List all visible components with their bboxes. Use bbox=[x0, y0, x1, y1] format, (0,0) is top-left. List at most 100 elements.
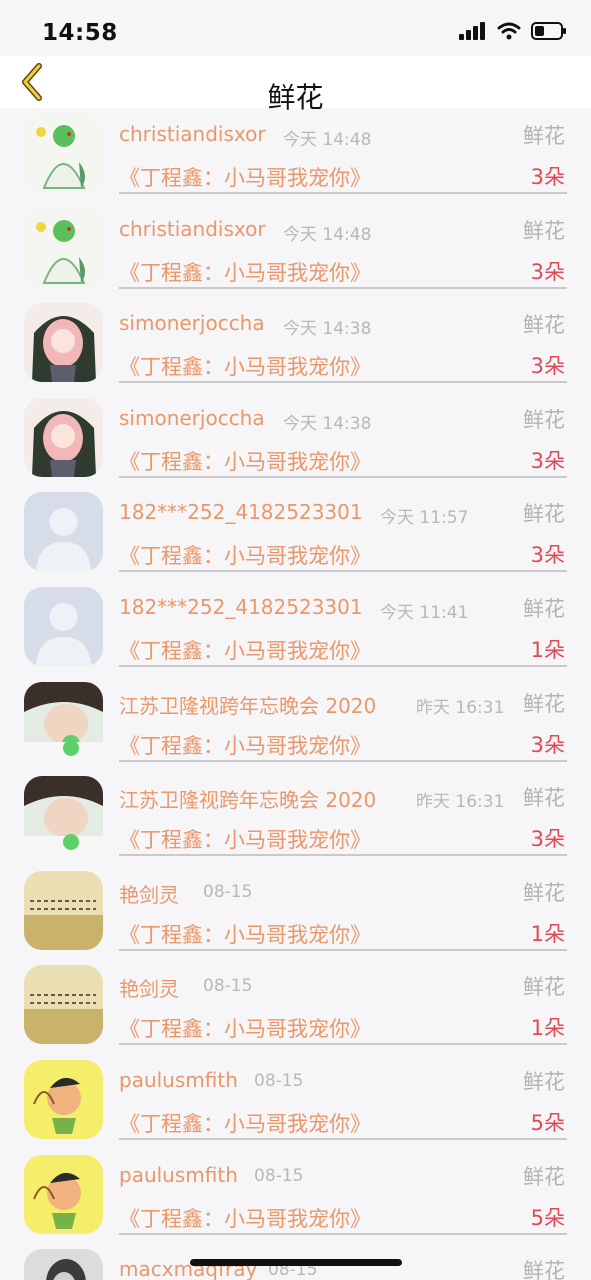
sender-name[interactable]: christiandisxor bbox=[119, 122, 266, 146]
gift-type: 鲜花 bbox=[523, 313, 565, 338]
list-item[interactable]: christiandisxor 今天 14:48 鲜花 《丁程鑫：小马哥我宠你》… bbox=[0, 108, 591, 203]
flower-count: 3朵 bbox=[530, 259, 565, 284]
flower-count: 3朵 bbox=[530, 448, 565, 473]
battery-icon bbox=[531, 22, 566, 40]
list-item[interactable]: 江苏卫隆视跨年忘晚会 2020 昨天 16:31 鲜花 《丁程鑫：小马哥我宠你》… bbox=[0, 770, 591, 865]
avatar[interactable] bbox=[24, 114, 103, 193]
home-indicator[interactable] bbox=[190, 1259, 402, 1266]
gift-target-title[interactable]: 《丁程鑫：小马哥我宠你》 bbox=[119, 635, 371, 665]
flower-count: 3朵 bbox=[530, 165, 565, 189]
sender-name[interactable]: 江苏卫隆视跨年忘晚会 2020 bbox=[119, 784, 376, 813]
flower-count: 3朵 bbox=[530, 827, 565, 852]
gift-type: 鲜花 bbox=[523, 1259, 565, 1280]
avatar[interactable] bbox=[24, 965, 103, 1045]
divider bbox=[119, 192, 567, 194]
send-time: 08-15 bbox=[203, 881, 253, 902]
avatar[interactable] bbox=[24, 586, 103, 666]
list-item[interactable]: 艳剑灵 08-15 鲜花 《丁程鑫：小马哥我宠你》 1朵 bbox=[0, 959, 591, 1054]
list-item[interactable]: simonerjoccha 今天 14:38 鲜花 《丁程鑫：小马哥我宠你》 3… bbox=[0, 392, 591, 487]
flower-count: 1朵 bbox=[530, 637, 565, 662]
flower-record-list[interactable]: christiandisxor 今天 14:48 鲜花 《丁程鑫：小马哥我宠你》… bbox=[0, 108, 591, 1280]
avatar[interactable] bbox=[24, 776, 103, 856]
gift-target-title[interactable]: 《丁程鑫：小马哥我宠你》 bbox=[119, 1013, 371, 1043]
divider bbox=[119, 570, 567, 573]
send-time: 昨天 16:31 bbox=[416, 792, 505, 813]
sender-name[interactable]: 182***252_4182523301 bbox=[119, 595, 363, 619]
send-time: 昨天 16:31 bbox=[416, 697, 505, 718]
gift-type: 鲜花 bbox=[523, 975, 565, 1000]
avatar[interactable] bbox=[24, 1154, 103, 1234]
send-time: 今天 11:57 bbox=[380, 508, 469, 529]
sender-name[interactable]: paulusmfith bbox=[119, 1163, 238, 1187]
avatar[interactable] bbox=[24, 303, 103, 383]
sender-name[interactable]: 182***252_4182523301 bbox=[119, 500, 363, 524]
send-time: 08-15 bbox=[254, 1165, 304, 1186]
flower-count: 1朵 bbox=[530, 1016, 565, 1041]
sender-name[interactable]: christiandisxor bbox=[119, 217, 266, 241]
gift-target-title[interactable]: 《丁程鑫：小马哥我宠你》 bbox=[119, 1203, 371, 1233]
list-item[interactable]: paulusmfith 08-15 鲜花 《丁程鑫：小马哥我宠你》 5朵 bbox=[0, 1054, 591, 1149]
divider bbox=[119, 1043, 567, 1046]
gift-target-title[interactable]: 《丁程鑫：小马哥我宠你》 bbox=[119, 446, 371, 476]
divider bbox=[119, 948, 567, 951]
send-time: 今天 14:38 bbox=[283, 319, 372, 340]
gift-target-title[interactable]: 《丁程鑫：小马哥我宠你》 bbox=[119, 730, 371, 760]
gift-type: 鲜花 bbox=[523, 1069, 565, 1094]
list-item[interactable]: 艳剑灵 08-15 鲜花 《丁程鑫：小马哥我宠你》 1朵 bbox=[0, 865, 591, 960]
send-time: 08-15 bbox=[254, 1070, 304, 1091]
flower-count: 3朵 bbox=[530, 354, 565, 379]
status-icons bbox=[459, 22, 567, 40]
avatar[interactable] bbox=[24, 681, 103, 761]
send-time: 今天 14:48 bbox=[283, 130, 372, 150]
flower-count: 5朵 bbox=[530, 1205, 565, 1230]
list-item[interactable]: 江苏卫隆视跨年忘晚会 2020 昨天 16:31 鲜花 《丁程鑫：小马哥我宠你》… bbox=[0, 676, 591, 771]
sender-name[interactable]: 江苏卫隆视跨年忘晚会 2020 bbox=[119, 690, 376, 719]
gift-target-title[interactable]: 《丁程鑫：小马哥我宠你》 bbox=[119, 540, 371, 570]
divider bbox=[119, 1137, 567, 1140]
sender-name[interactable]: simonerjoccha bbox=[119, 406, 265, 430]
flower-count: 5朵 bbox=[530, 1110, 565, 1135]
gift-target-title[interactable]: 《丁程鑫：小马哥我宠你》 bbox=[119, 1108, 371, 1138]
gift-type: 鲜花 bbox=[523, 407, 565, 432]
divider bbox=[119, 381, 567, 384]
avatar[interactable] bbox=[24, 208, 103, 288]
sender-name[interactable]: simonerjoccha bbox=[119, 311, 265, 335]
gift-type: 鲜花 bbox=[523, 596, 565, 621]
send-time: 今天 11:41 bbox=[380, 602, 469, 623]
avatar[interactable] bbox=[24, 1249, 103, 1280]
gift-type: 鲜花 bbox=[523, 691, 565, 716]
list-item[interactable]: simonerjoccha 今天 14:38 鲜花 《丁程鑫：小马哥我宠你》 3… bbox=[0, 297, 591, 392]
avatar[interactable] bbox=[24, 397, 103, 477]
divider bbox=[119, 286, 567, 289]
gift-type: 鲜花 bbox=[523, 1164, 565, 1189]
list-item[interactable]: paulusmfith 08-15 鲜花 《丁程鑫：小马哥我宠你》 5朵 bbox=[0, 1149, 591, 1244]
gift-type: 鲜花 bbox=[523, 124, 565, 148]
gift-type: 鲜花 bbox=[523, 218, 565, 243]
gift-target-title[interactable]: 《丁程鑫：小马哥我宠你》 bbox=[119, 257, 371, 287]
gift-target-title[interactable]: 《丁程鑫：小马哥我宠你》 bbox=[119, 919, 371, 949]
sender-name[interactable]: paulusmfith bbox=[119, 1068, 238, 1092]
status-bar: 14:58 bbox=[0, 0, 591, 56]
gift-type: 鲜花 bbox=[523, 880, 565, 905]
list-item[interactable]: 182***252_4182523301 今天 11:57 鲜花 《丁程鑫：小马… bbox=[0, 486, 591, 581]
send-time: 08-15 bbox=[203, 976, 253, 997]
list-item[interactable]: christiandisxor 今天 14:48 鲜花 《丁程鑫：小马哥我宠你》… bbox=[0, 203, 591, 298]
gift-target-title[interactable]: 《丁程鑫：小马哥我宠你》 bbox=[119, 824, 371, 854]
flower-count: 3朵 bbox=[530, 732, 565, 757]
gift-target-title[interactable]: 《丁程鑫：小马哥我宠你》 bbox=[119, 162, 371, 192]
divider bbox=[119, 854, 567, 857]
divider bbox=[119, 759, 567, 762]
gift-type: 鲜花 bbox=[523, 502, 565, 527]
status-time: 14:58 bbox=[42, 20, 118, 46]
divider bbox=[119, 475, 567, 478]
gift-target-title[interactable]: 《丁程鑫：小马哥我宠你》 bbox=[119, 351, 371, 381]
sender-name[interactable]: 艳剑灵 bbox=[119, 879, 179, 908]
sender-name[interactable]: 艳剑灵 bbox=[119, 973, 179, 1002]
send-time: 今天 14:48 bbox=[283, 224, 372, 245]
cellular-signal-icon bbox=[459, 22, 485, 40]
avatar[interactable] bbox=[24, 870, 103, 950]
list-item[interactable]: 182***252_4182523301 今天 11:41 鲜花 《丁程鑫：小马… bbox=[0, 581, 591, 676]
gift-type: 鲜花 bbox=[523, 786, 565, 811]
avatar[interactable] bbox=[24, 1059, 103, 1139]
avatar[interactable] bbox=[24, 492, 103, 572]
